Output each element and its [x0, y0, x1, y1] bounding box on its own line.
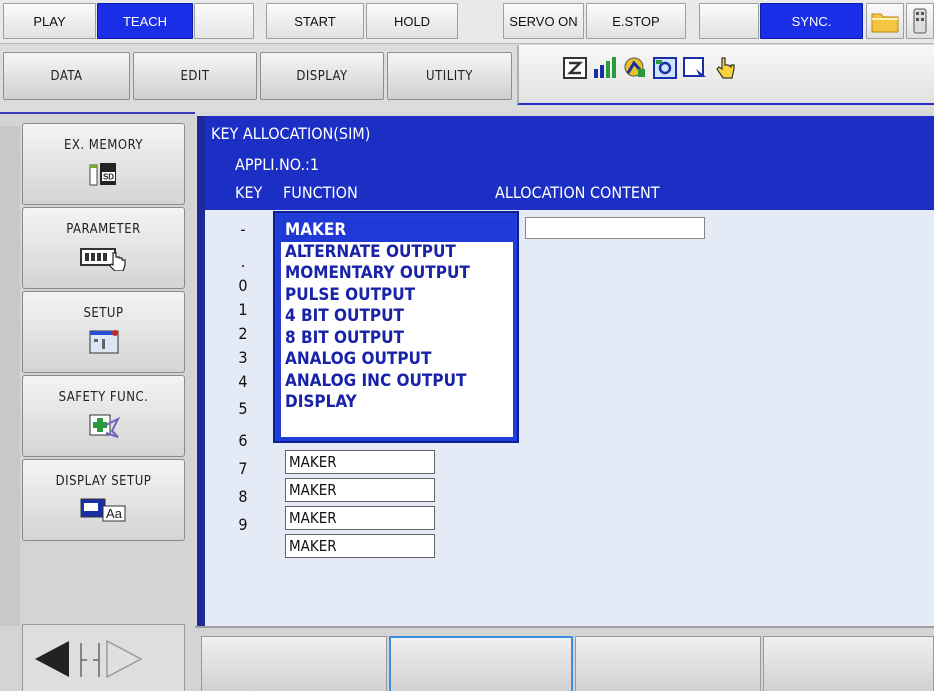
ex-memory-button[interactable]: EX. MEMORY SD	[22, 123, 185, 205]
bottom-button-bar	[195, 626, 934, 691]
function-option-maker[interactable]: MAKER	[281, 220, 513, 242]
key-label: 7	[238, 459, 248, 478]
keyboard-button[interactable]	[906, 3, 934, 39]
mode-blank-button[interactable]	[194, 3, 254, 39]
sd-card-icon: SD	[89, 163, 116, 186]
key-label: 4	[238, 372, 248, 391]
key-label: 6	[238, 431, 248, 450]
bottom-button-2[interactable]	[389, 636, 573, 691]
appli-number: APPLI.NO.:1	[235, 155, 320, 174]
function-option-momentary-output[interactable]: MOMENTARY OUTPUT	[281, 263, 513, 285]
start-button[interactable]: START	[266, 3, 364, 39]
tool-icon	[653, 57, 677, 79]
estop-button[interactable]: E.STOP	[586, 3, 686, 39]
play-button[interactable]: PLAY	[3, 3, 96, 39]
top-status-bar: PLAY TEACH START HOLD SERVO ON E.STOP SY…	[0, 0, 934, 44]
data-menu-button[interactable]: DATA	[3, 52, 130, 100]
key-label: 0	[238, 276, 248, 295]
function-option-analog-output[interactable]: ANALOG OUTPUT	[281, 349, 513, 371]
allocation-content-field[interactable]	[525, 217, 705, 239]
parameter-keypad-icon	[79, 248, 126, 271]
function-option-display[interactable]: DISPLAY	[281, 392, 513, 414]
sd-card-label: SD	[102, 173, 113, 182]
key-label: 5	[238, 399, 248, 418]
display-setup-label: DISPLAY SETUP	[55, 474, 152, 489]
bottom-button-4[interactable]	[763, 636, 934, 691]
teach-button[interactable]: TEACH	[97, 3, 193, 39]
key-label: 9	[238, 515, 248, 534]
safety-cross-icon	[89, 414, 120, 438]
frame-icon	[683, 57, 706, 77]
edit-menu-button[interactable]: EDIT	[133, 52, 257, 100]
page-separator-icon	[80, 643, 100, 677]
side-menu-strip	[0, 126, 20, 626]
bottom-button-3[interactable]	[575, 636, 761, 691]
function-option-list: MAKER ALTERNATE OUTPUT MOMENTARY OUTPUT …	[281, 220, 513, 437]
parameter-label: PARAMETER	[66, 222, 141, 237]
robot-icon	[624, 57, 645, 77]
screen-header: KEY ALLOCATION(SIM) APPLI.NO.:1 KEY FUNC…	[205, 116, 934, 210]
hand-pointer-icon	[716, 57, 735, 79]
setup-label: SETUP	[83, 306, 124, 321]
display-setup-icon-label: Aa	[106, 506, 123, 521]
function-field[interactable]: MAKER	[285, 450, 435, 474]
function-option-alternate-output[interactable]: ALTERNATE OUTPUT	[281, 242, 513, 264]
safety-func-button[interactable]: SAFETY FUNC.	[22, 375, 185, 457]
key-label: -	[240, 220, 246, 239]
folder-button[interactable]	[866, 3, 904, 39]
setup-button[interactable]: SETUP	[22, 291, 185, 373]
allocation-column-header: ALLOCATION CONTENT	[495, 183, 660, 202]
key-label: 1	[238, 300, 248, 319]
function-column-header: FUNCTION	[283, 183, 358, 202]
display-menu-button[interactable]: DISPLAY	[260, 52, 384, 100]
parameter-button[interactable]: PARAMETER	[22, 207, 185, 289]
key-column-header: KEY	[235, 183, 263, 202]
display-setup-icon: Aa	[80, 498, 125, 522]
display-setup-button[interactable]: DISPLAY SETUP Aa	[22, 459, 185, 541]
key-label: 8	[238, 487, 248, 506]
safety-func-label: SAFETY FUNC.	[58, 390, 149, 405]
function-option-analog-inc-output[interactable]: ANALOG INC OUTPUT	[281, 371, 513, 393]
setup-panel-icon	[89, 330, 118, 354]
hold-button[interactable]: HOLD	[366, 3, 458, 39]
function-option-pulse-output[interactable]: PULSE OUTPUT	[281, 285, 513, 307]
key-label: 3	[238, 348, 248, 367]
next-page-arrow-icon[interactable]	[105, 639, 145, 679]
page-navigation	[22, 624, 185, 691]
coordinate-icon	[563, 57, 587, 79]
function-field[interactable]: MAKER	[285, 506, 435, 530]
speed-icon	[594, 57, 616, 78]
folder-icon	[871, 13, 899, 33]
status-icon-strip	[517, 45, 934, 105]
function-field[interactable]: MAKER	[285, 534, 435, 558]
function-option-4bit-output[interactable]: 4 BIT OUTPUT	[281, 306, 513, 328]
key-label: 2	[238, 324, 248, 343]
main-menu-row: DATA EDIT DISPLAY UTILITY	[0, 45, 934, 111]
sync-button[interactable]: SYNC.	[760, 3, 863, 39]
status-blank-button[interactable]	[699, 3, 759, 39]
previous-page-arrow-icon[interactable]	[31, 639, 71, 679]
utility-menu-button[interactable]: UTILITY	[387, 52, 512, 100]
ex-memory-label: EX. MEMORY	[63, 138, 144, 153]
screen-title: KEY ALLOCATION(SIM)	[211, 124, 371, 143]
side-menu: EX. MEMORY SD PARAMETER SETUP SAFETY FUN…	[0, 112, 195, 691]
device-icon	[913, 8, 927, 34]
function-select-popup: MAKER ALTERNATE OUTPUT MOMENTARY OUTPUT …	[273, 211, 519, 443]
function-field[interactable]: MAKER	[285, 478, 435, 502]
key-label: .	[240, 252, 246, 271]
bottom-button-1[interactable]	[201, 636, 387, 691]
servo-on-button[interactable]: SERVO ON	[503, 3, 584, 39]
function-option-8bit-output[interactable]: 8 BIT OUTPUT	[281, 328, 513, 350]
